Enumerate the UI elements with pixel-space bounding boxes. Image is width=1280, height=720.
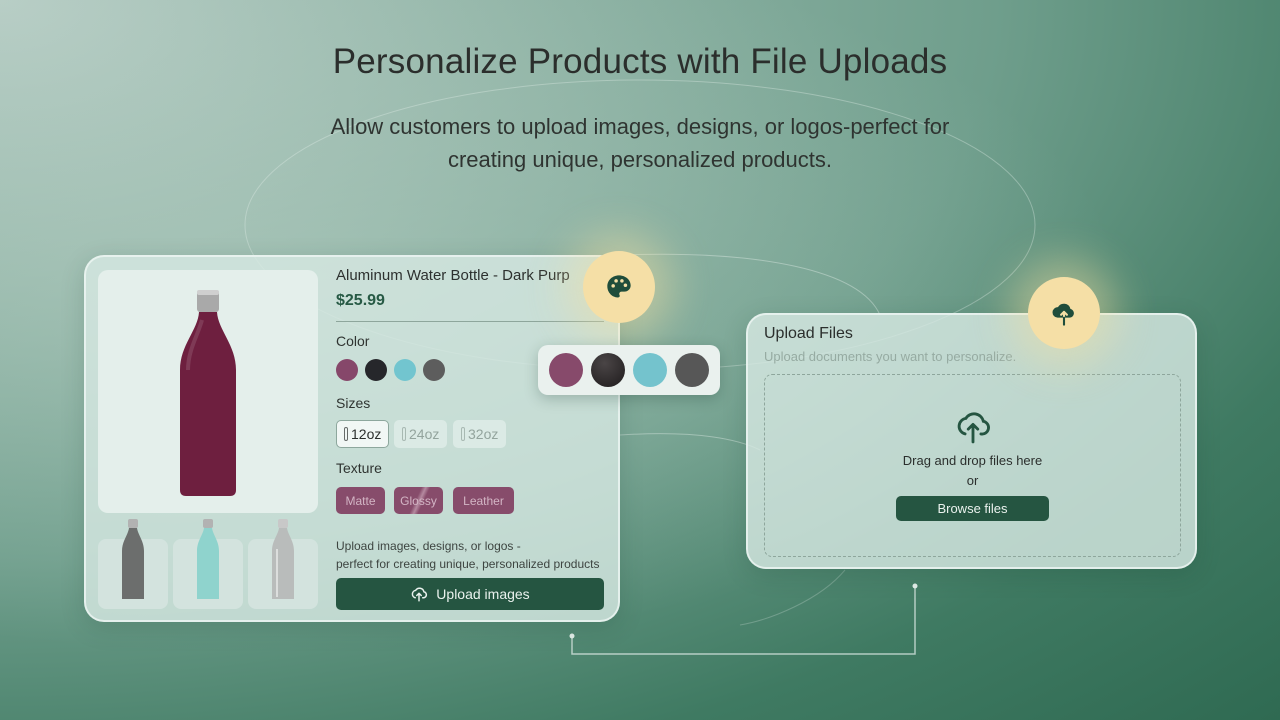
- color-swatch-gray[interactable]: [423, 359, 445, 381]
- texture-option-glossy[interactable]: Glossy: [394, 487, 443, 514]
- size-option-32oz[interactable]: 32oz: [453, 420, 507, 448]
- connector-curve-bottom: [739, 569, 846, 626]
- texture-label: Texture: [336, 460, 382, 476]
- upload-help-text: Upload images, designs, or logos - perfe…: [336, 537, 616, 573]
- thumbnail-gray[interactable]: [98, 519, 168, 609]
- upload-panel-title: Upload Files: [764, 325, 853, 342]
- popover-swatch-gray[interactable]: [675, 353, 709, 387]
- connector-bracket: [571, 586, 916, 655]
- size-option-12oz[interactable]: 12oz: [336, 420, 390, 448]
- size-option-24oz[interactable]: 24oz: [394, 420, 448, 448]
- bottle-thumb-gray: [122, 519, 144, 599]
- cloud-badge: [1028, 277, 1100, 349]
- bottle-size-icon: [344, 427, 348, 441]
- color-swatch-dark-purple[interactable]: [336, 359, 358, 381]
- cloud-upload-icon: [1052, 303, 1074, 326]
- texture-option-leather[interactable]: Leather: [453, 487, 514, 514]
- page-title: Personalize Products with File Uploads: [332, 42, 948, 81]
- palette-badge: [583, 251, 655, 323]
- size-label: 32oz: [468, 426, 499, 442]
- thumbnail-silver[interactable]: [248, 519, 318, 609]
- texture-option-matte[interactable]: Matte: [336, 487, 385, 514]
- product-main-image[interactable]: [98, 270, 318, 513]
- size-label: 24oz: [409, 426, 440, 442]
- upload-files-panel: Upload Files Upload documents you want t…: [746, 313, 1197, 569]
- page-subtitle: Allow customers to upload images, design…: [330, 114, 950, 172]
- palette-icon: [607, 275, 631, 298]
- popover-swatch-dark-purple[interactable]: [549, 353, 583, 387]
- connector-curve-mid: [619, 433, 761, 451]
- popover-swatch-light-blue[interactable]: [633, 353, 667, 387]
- bottle-image-purple: [180, 290, 236, 496]
- upload-images-button[interactable]: Upload images: [336, 578, 604, 610]
- color-swatch-light-blue[interactable]: [394, 359, 416, 381]
- bottle-thumb-silver: [272, 519, 294, 599]
- dropzone[interactable]: Drag and drop files here or Browse files: [764, 374, 1181, 557]
- color-popover: [538, 345, 720, 395]
- drop-or-text: or: [966, 473, 979, 488]
- sizes-label: Sizes: [336, 395, 371, 411]
- product-title: Aluminum Water Bottle - Dark Purp: [336, 267, 570, 284]
- divider: [336, 321, 604, 322]
- drop-instruction: Drag and drop files here: [902, 453, 1043, 468]
- connector-curve-top: [619, 253, 881, 316]
- browse-files-button[interactable]: Browse files: [896, 496, 1049, 521]
- upload-panel-subtitle: Upload documents you want to personalize…: [764, 349, 1017, 364]
- product-price: $25.99: [336, 292, 385, 309]
- cloud-upload-icon: [957, 412, 990, 444]
- connector-dot-left: [569, 633, 575, 639]
- help-line-2: perfect for creating unique, personalize…: [336, 557, 600, 571]
- color-swatch-black[interactable]: [365, 359, 387, 381]
- cloud-upload-icon: [411, 587, 428, 602]
- popover-swatch-black[interactable]: [591, 353, 625, 387]
- size-label: 12oz: [351, 426, 382, 442]
- connector-dot-right: [912, 583, 918, 589]
- bottle-thumb-teal: [197, 519, 219, 599]
- product-card: Aluminum Water Bottle - Dark Purp $25.99…: [84, 255, 620, 622]
- help-line-1: Upload images, designs, or logos -: [336, 539, 521, 553]
- thumbnail-teal[interactable]: [173, 519, 243, 609]
- upload-button-label: Upload images: [436, 586, 530, 602]
- bottle-size-icon: [402, 427, 406, 441]
- color-label: Color: [336, 333, 370, 349]
- bottle-size-icon: [461, 427, 465, 441]
